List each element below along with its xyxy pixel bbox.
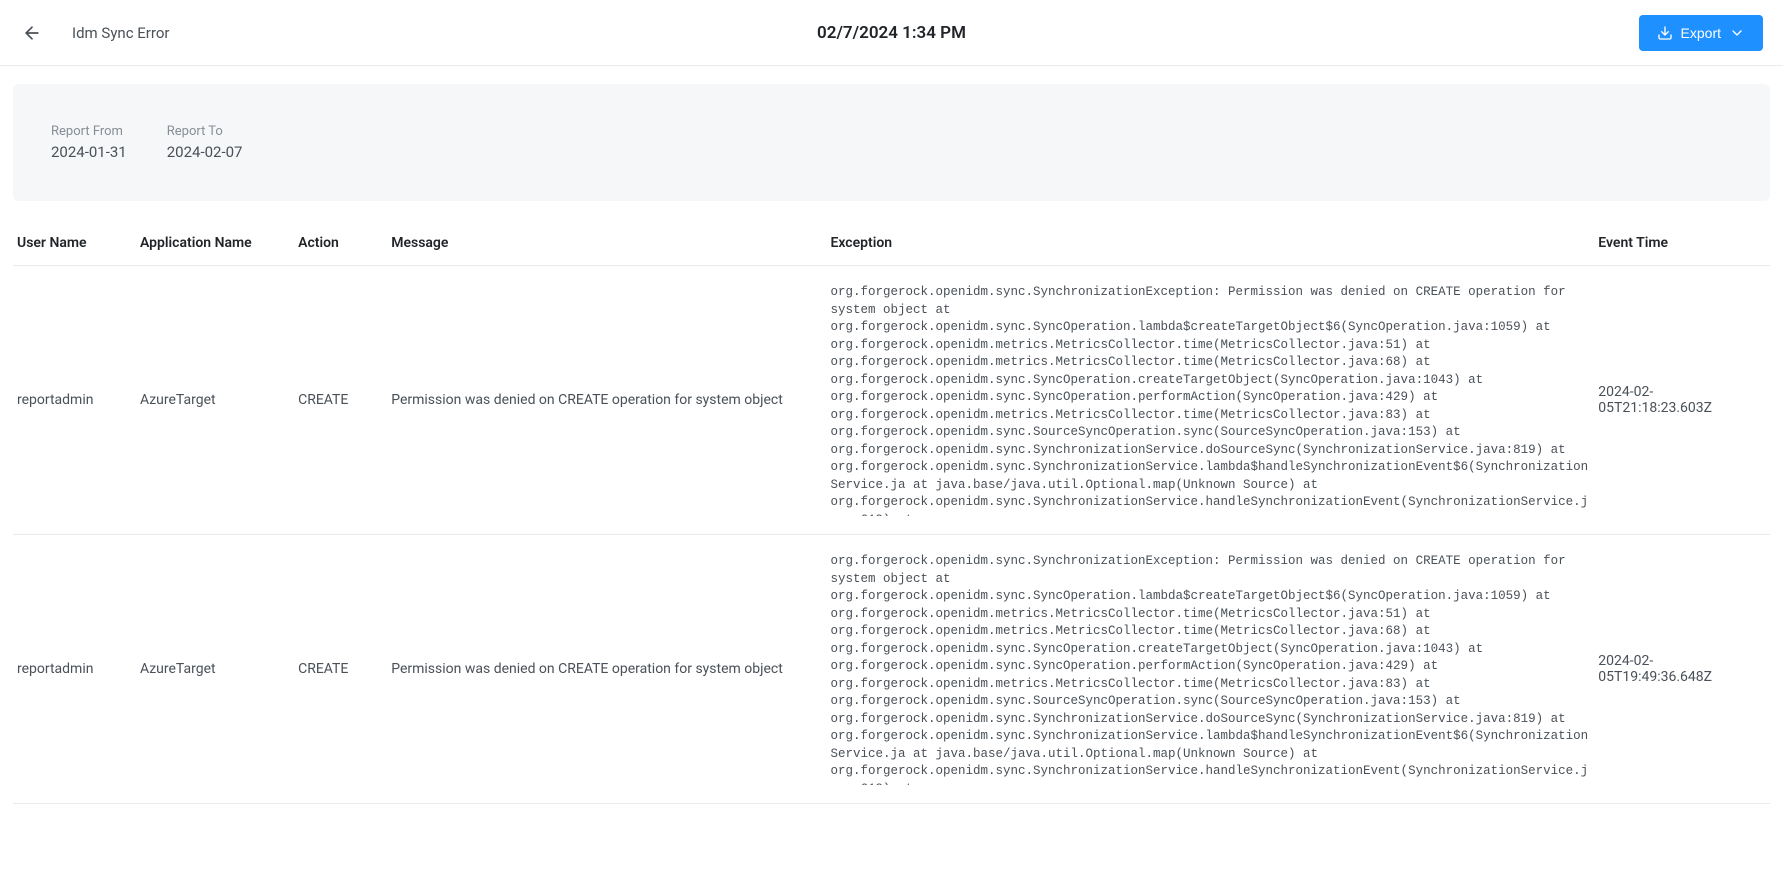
content-area: Report From 2024-01-31 Report To 2024-02… xyxy=(0,66,1783,804)
exception-text: org.forgerock.openidm.sync.Synchronizati… xyxy=(830,284,1590,516)
report-to-value: 2024-02-07 xyxy=(167,143,243,161)
table-row: reportadminAzureTargetCREATEPermission w… xyxy=(13,535,1770,804)
header-appname[interactable]: Application Name xyxy=(136,221,294,266)
header-message[interactable]: Message xyxy=(387,221,826,266)
arrow-left-icon xyxy=(22,23,42,43)
cell-username: reportadmin xyxy=(13,535,136,804)
cell-appname: AzureTarget xyxy=(136,266,294,535)
report-to-label: Report To xyxy=(167,124,243,139)
report-from-label: Report From xyxy=(51,124,127,139)
cell-message: Permission was denied on CREATE operatio… xyxy=(387,535,826,804)
page-title: Idm Sync Error xyxy=(72,24,169,42)
header-eventtime[interactable]: Event Time xyxy=(1594,221,1770,266)
cell-action: CREATE xyxy=(294,535,387,804)
error-table: User Name Application Name Action Messag… xyxy=(13,221,1770,804)
cell-exception: org.forgerock.openidm.sync.Synchronizati… xyxy=(826,535,1594,804)
cell-username: reportadmin xyxy=(13,266,136,535)
table-header-row: User Name Application Name Action Messag… xyxy=(13,221,1770,266)
report-timestamp: 02/7/2024 1:34 PM xyxy=(817,23,966,43)
header-action[interactable]: Action xyxy=(294,221,387,266)
page-header: Idm Sync Error 02/7/2024 1:34 PM Export xyxy=(0,0,1783,66)
cell-eventtime: 2024-02-05T21:18:23.603Z xyxy=(1594,266,1770,535)
export-label: Export xyxy=(1681,25,1721,41)
exception-text: org.forgerock.openidm.sync.Synchronizati… xyxy=(830,553,1590,785)
cell-exception: org.forgerock.openidm.sync.Synchronizati… xyxy=(826,266,1594,535)
cell-eventtime: 2024-02-05T19:49:36.648Z xyxy=(1594,535,1770,804)
header-left: Idm Sync Error xyxy=(20,21,169,45)
cell-message: Permission was denied on CREATE operatio… xyxy=(387,266,826,535)
header-username[interactable]: User Name xyxy=(13,221,136,266)
cell-action: CREATE xyxy=(294,266,387,535)
chevron-down-icon xyxy=(1729,25,1745,41)
export-button[interactable]: Export xyxy=(1639,15,1763,51)
report-to-field: Report To 2024-02-07 xyxy=(167,124,243,161)
header-exception[interactable]: Exception xyxy=(826,221,1594,266)
report-from-value: 2024-01-31 xyxy=(51,143,127,161)
summary-box: Report From 2024-01-31 Report To 2024-02… xyxy=(13,84,1770,201)
summary-fields: Report From 2024-01-31 Report To 2024-02… xyxy=(51,124,1732,161)
table-row: reportadminAzureTargetCREATEPermission w… xyxy=(13,266,1770,535)
report-from-field: Report From 2024-01-31 xyxy=(51,124,127,161)
cell-appname: AzureTarget xyxy=(136,535,294,804)
back-button[interactable] xyxy=(20,21,44,45)
download-icon xyxy=(1657,25,1673,41)
